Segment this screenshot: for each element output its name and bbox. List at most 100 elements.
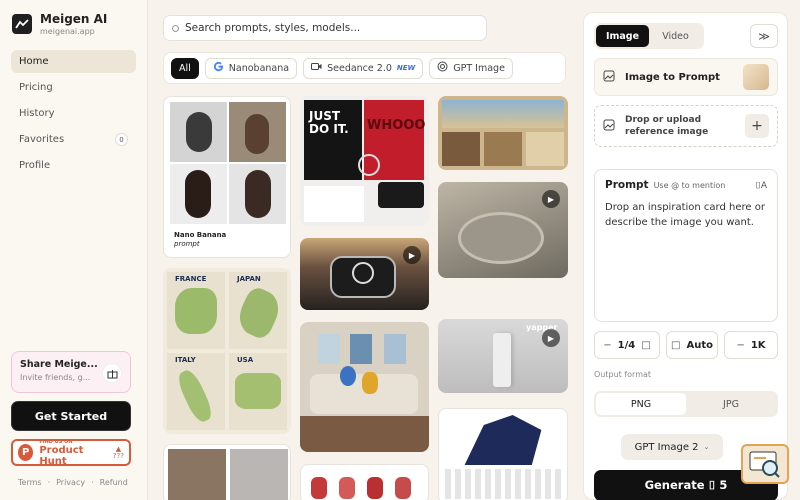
map-image: JAPAN (229, 272, 287, 349)
gallery-card-castles[interactable] (438, 96, 568, 170)
frame-image (350, 334, 372, 364)
format-png-option[interactable]: PNG (596, 393, 686, 415)
portrait-image (229, 102, 286, 162)
map-label: FRANCE (175, 275, 207, 283)
sample-thumbnail (743, 64, 769, 90)
shoe-image (311, 477, 327, 499)
prompt-title: Prompt (605, 179, 649, 191)
portrait-image (168, 449, 226, 500)
filter-gpt-image[interactable]: GPT Image (429, 57, 513, 79)
gallery-card-portraits[interactable] (163, 444, 291, 500)
landscape-image (484, 132, 522, 166)
sidebar-item-history[interactable]: History (11, 102, 136, 125)
sidebar-item-pricing[interactable]: Pricing (11, 76, 136, 99)
image-to-prompt-button[interactable]: Image to Prompt (594, 58, 778, 96)
landscape-image (526, 132, 564, 166)
mode-switch: Image Video (594, 23, 704, 49)
search-input[interactable] (185, 22, 475, 34)
model-select[interactable]: GPT Image 2 ⌄ (621, 434, 723, 460)
gallery-card-shoes[interactable] (300, 464, 429, 500)
prompt-hint: Use @ to mention (653, 181, 726, 190)
shoe-image (395, 477, 411, 499)
search-icon (172, 24, 179, 32)
image-count-stepper[interactable]: − 1/4 □ (594, 331, 660, 359)
collapse-panel-button[interactable]: ≫ (750, 24, 778, 48)
product-hunt-icon: P (18, 444, 34, 461)
play-icon: ▶ (542, 329, 560, 347)
gallery-card-bottle[interactable]: yapper ▶ (438, 319, 568, 393)
prompt-textarea[interactable] (605, 200, 769, 300)
feedback-fab[interactable] (741, 444, 789, 484)
image-count-value: 1/4 (617, 339, 636, 351)
share-card[interactable]: Share Meige... Invite friends, g... (11, 351, 131, 393)
aspect-ratio-icon: □ (671, 339, 681, 351)
add-reference-button[interactable]: + (745, 114, 769, 138)
aspect-ratio-value: Auto (686, 339, 713, 351)
privacy-link[interactable]: Privacy (56, 478, 85, 487)
sidebar-item-profile[interactable]: Profile (11, 154, 136, 177)
sidebar-nav: Home Pricing History Favorites 0 Profile (11, 50, 136, 180)
mode-image-tab[interactable]: Image (596, 25, 649, 47)
filter-label: GPT Image (453, 62, 505, 74)
brand[interactable]: Meigen AI meigenai.app (12, 12, 107, 36)
square-icon[interactable]: □ (641, 340, 650, 351)
search-bar[interactable] (163, 15, 487, 41)
sidebar: Meigen AI meigenai.app Home Pricing Hist… (0, 0, 148, 500)
portrait-image (229, 164, 286, 224)
resolution-icon: − (736, 339, 745, 351)
google-icon (213, 61, 224, 75)
character-image (340, 366, 356, 386)
mode-video-tab[interactable]: Video (649, 25, 702, 47)
gallery-card-mercedes[interactable]: ▶ (300, 238, 429, 310)
gallery-card-maps[interactable]: FRANCE JAPAN ITALY USA (163, 268, 291, 434)
product-hunt-badge[interactable]: P FIND US ON Product Hunt ▲??? (11, 439, 131, 467)
brand-subtitle: meigenai.app (40, 27, 95, 36)
portrait-image (170, 102, 227, 162)
filter-label: Seedance 2.0 (327, 62, 392, 74)
filter-label: Nanobanana (228, 62, 290, 74)
product-hunt-name: Product Hunt (39, 444, 84, 467)
portrait-image (170, 164, 227, 224)
upvote-icon: ▲??? (112, 444, 124, 460)
product-hunt-votes: ??? (112, 451, 124, 460)
gallery-card-nano-banana[interactable]: Nano Banana prompt (163, 96, 291, 258)
frame-image (318, 334, 340, 364)
poster-image: JUST DO IT. (304, 100, 362, 180)
logo-icon (12, 14, 32, 34)
filter-seedance[interactable]: Seedance 2.0 NEW (303, 57, 424, 79)
chevron-down-icon: ⌄ (703, 443, 710, 451)
minus-icon[interactable]: − (603, 340, 611, 351)
image-icon (603, 119, 615, 134)
filter-all[interactable]: All (171, 57, 199, 79)
model-filters: All Nanobanana Seedance 2.0 NEW GPT Imag… (163, 52, 566, 84)
prompt-gallery: Nano Banana prompt FRANCE JAPAN ITALY US… (163, 96, 568, 500)
map-label: ITALY (175, 356, 196, 364)
mockup-image (304, 186, 364, 222)
format-jpg-option[interactable]: JPG (686, 393, 776, 415)
refund-link[interactable]: Refund (100, 478, 128, 487)
filter-nanobanana[interactable]: Nanobanana (204, 57, 298, 79)
gallery-card-nike-poster[interactable]: JUST DO IT. WHOOO (300, 96, 429, 226)
aspect-ratio-select[interactable]: □ Auto (666, 331, 718, 359)
map-image: FRANCE (167, 272, 225, 349)
gallery-card-knight[interactable] (438, 408, 568, 500)
reference-upload-dropzone[interactable]: Drop or upload reference image + (594, 105, 778, 147)
upload-label: Drop or upload reference image (625, 115, 709, 137)
sidebar-item-home[interactable]: Home (11, 50, 136, 73)
sidebar-item-label: History (19, 108, 55, 119)
resolution-select[interactable]: − 1K (724, 331, 778, 359)
get-started-button[interactable]: Get Started (11, 401, 131, 431)
terms-link[interactable]: Terms (18, 478, 42, 487)
character-image (362, 372, 378, 394)
sidebar-item-label: Profile (19, 160, 51, 171)
map-image: USA (229, 353, 287, 430)
sidebar-item-label: Home (19, 56, 49, 67)
sidebar-item-favorites[interactable]: Favorites 0 (11, 128, 136, 151)
gallery-card-living-room[interactable] (300, 322, 429, 452)
play-icon: ▶ (403, 246, 421, 264)
knight-image (464, 415, 542, 465)
text-format-icon[interactable]: ⌷A (755, 181, 767, 191)
gallery-card-ceramics[interactable]: ▶ (438, 182, 568, 278)
pattern-image (445, 469, 563, 499)
mockup-image (378, 182, 424, 208)
